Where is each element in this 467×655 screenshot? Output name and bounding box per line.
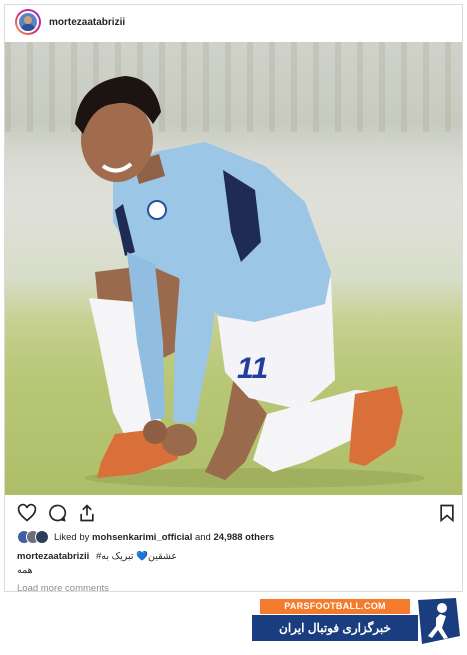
post-username[interactable]: mortezaatabrizii	[49, 17, 125, 28]
caption-second-line: همه	[17, 565, 33, 576]
caption-text: عشقین💙 تبریک به#	[95, 551, 178, 562]
post-photo[interactable]: 11	[5, 42, 462, 495]
likes-summary[interactable]: Liked by mohsenkarimi_official and 24,98…	[54, 532, 274, 543]
profile-avatar[interactable]	[15, 9, 41, 35]
post-caption: mortezaatabrizii عشقین💙 تبریک به#	[17, 551, 177, 562]
likes-row: Liked by mohsenkarimi_official and 24,98…	[17, 528, 274, 546]
likes-prefix: Liked by	[54, 531, 93, 543]
comment-bubble-icon[interactable]	[47, 503, 67, 523]
load-more-comments[interactable]: Load more comments	[17, 583, 109, 591]
bookmark-icon[interactable]	[437, 503, 457, 523]
instagram-post-card: mortezaatabrizii 11 Liked by mohsenkarim…	[4, 4, 463, 592]
football-player-logo-icon	[418, 598, 460, 644]
avatar-image	[17, 11, 39, 33]
caption-username[interactable]: mortezaatabrizii	[17, 551, 89, 562]
likes-count[interactable]: 24,988 others	[213, 532, 274, 543]
liker-username[interactable]: mohsenkarimi_official	[92, 532, 192, 543]
likes-middle: and	[192, 531, 214, 543]
liker-avatar	[35, 530, 49, 544]
share-icon[interactable]	[77, 503, 97, 523]
parsfootball-watermark: PARSFOOTBALL.COM خبرگزاری فوتبال ایران	[252, 596, 464, 648]
player-illustration: 11	[75, 76, 425, 488]
post-actions-bar	[5, 497, 462, 527]
post-header: mortezaatabrizii	[5, 5, 462, 39]
watermark-tagline: خبرگزاری فوتبال ایران	[252, 615, 418, 641]
watermark-site: PARSFOOTBALL.COM	[260, 599, 410, 614]
liker-avatars[interactable]	[17, 530, 49, 544]
heart-outline-icon[interactable]	[17, 503, 37, 523]
svg-text:11: 11	[237, 352, 268, 385]
